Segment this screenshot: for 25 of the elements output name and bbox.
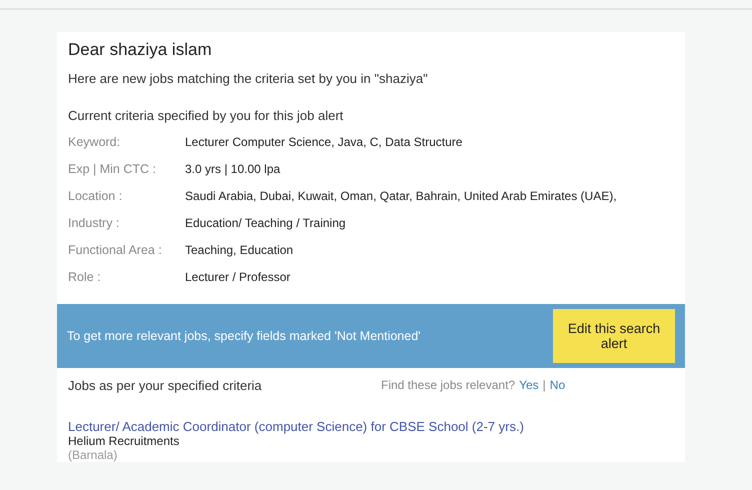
feedback-question: Find these jobs relevant? (381, 378, 516, 393)
intro-text: Here are new jobs matching the criteria set by you in "shaziya" (67, 70, 429, 86)
banner-text: To get more relevant jobs, specify fields marked 'Not Mentioned' (67, 329, 421, 343)
criteria-label: Role : (68, 270, 102, 284)
criteria-value: 3.0 yrs | 10.00 lpa (185, 162, 280, 176)
greeting: Dear shaziya islam (67, 40, 213, 60)
jobs-heading: Jobs as per your specified criteria (68, 378, 263, 393)
criteria-value: Lecturer / Professor (185, 270, 290, 284)
criteria-label: Keyword: (68, 134, 122, 148)
criteria-value: Teaching, Education (185, 242, 294, 256)
criteria-label: Location : (68, 188, 124, 202)
no-link[interactable]: No (550, 378, 566, 393)
job-title-link[interactable]: Lecturer/ Academic Coordinator (computer Science) for CBSE School (2-7 yrs.) (68, 419, 685, 434)
company-name: Helium Recruitments (68, 434, 180, 448)
criteria-value: Education/ Teaching / Training (185, 216, 346, 230)
edit-alert-button[interactable]: Edit this search alert (553, 309, 675, 363)
criteria-value: Lecturer Computer Science, Java, C, Data Structure (185, 134, 462, 148)
criteria-value: Saudi Arabia, Dubai, Kuwait, Oman, Qatar, Bahrain, United Arab Emirates (UAE), (185, 188, 617, 202)
criteria-heading: Current criteria specified by you for this job alert (67, 107, 344, 123)
criteria-label: Exp | Min CTC : (68, 162, 157, 176)
criteria-label: Functional Area : (68, 242, 163, 256)
yes-link[interactable]: Yes (519, 378, 539, 393)
job-location: (Barnala) (68, 448, 118, 462)
separator: | (542, 378, 546, 393)
criteria-label: Industry : (68, 216, 120, 230)
